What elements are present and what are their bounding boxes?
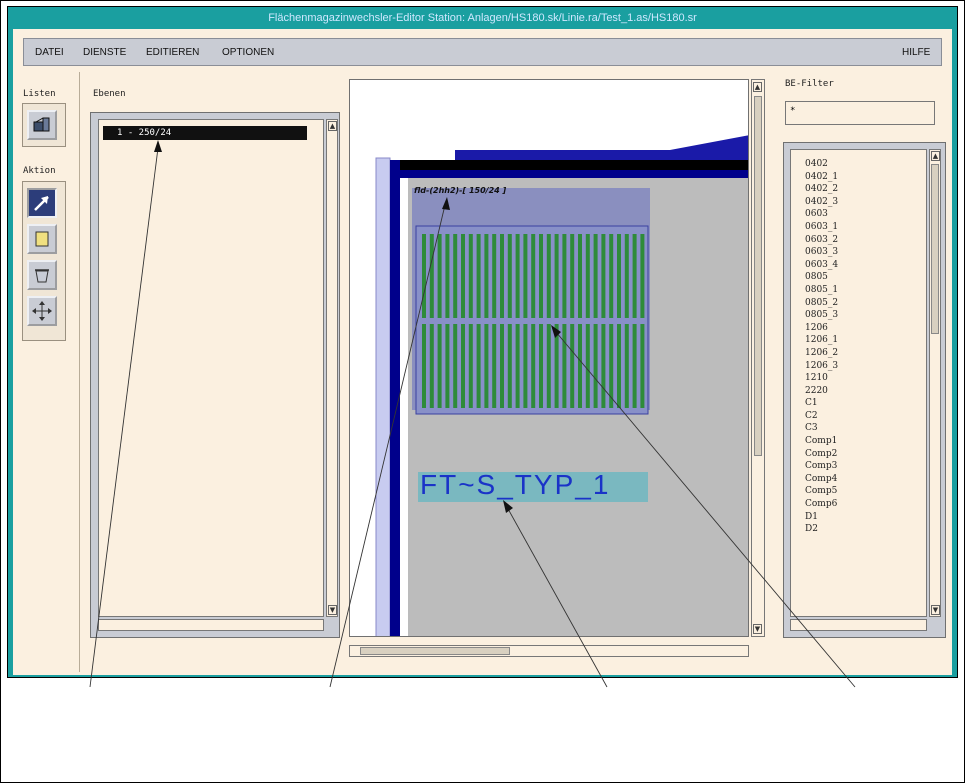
annotation-line-slots <box>555 331 856 688</box>
annotation-arrowhead <box>442 197 450 210</box>
annotation-line-ebenen <box>89 147 159 688</box>
annotation-line-type <box>506 506 608 688</box>
annotation-line-magazine <box>329 204 446 688</box>
annotation-arrowhead <box>503 500 513 513</box>
annotation-arrowhead <box>154 140 162 152</box>
annotation-lines <box>89 140 856 688</box>
